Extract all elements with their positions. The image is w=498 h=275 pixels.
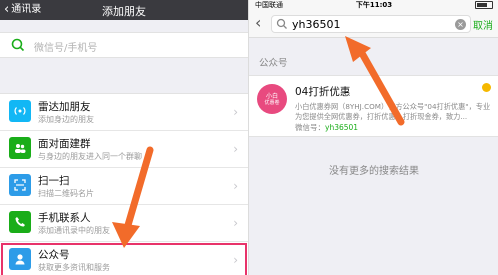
chevron-right-icon: › [233,253,238,267]
official-account-icon [9,248,31,270]
status-bar: 中国联通 下午11:03 [249,0,498,10]
clock: 下午11:03 [355,1,393,9]
search-results-screen: 中国联通 下午11:03 ‹ yh36501 × 取消 公众号 小白 优惠卷 0… [248,0,498,275]
search-field[interactable]: 微信号/手机号 [0,32,248,58]
add-friend-screen: ‹ 通讯录 添加朋友 微信号/手机号 雷达加朋友 添加身边的朋友 › 面对面建群… [0,0,248,275]
item-title: 公众号 [38,249,70,261]
search-icon [276,18,287,29]
scan-item[interactable]: 扫一扫 扫描二维码名片 › [0,168,248,205]
chevron-right-icon: › [233,105,238,119]
annotation-arrow-right [345,36,405,126]
item-subtitle: 获取更多资讯和服务 [38,263,110,272]
search-result-card[interactable]: 小白 优惠卷 04打折优惠 小白优惠券网（8YHJ.COM）官方公众号"04打折… [249,75,498,137]
account-description: 小白优惠券网（8YHJ.COM）官方公众号"04打折优惠"，专业为您提供全网优惠… [295,102,491,121]
add-options-list: 雷达加朋友 添加身边的朋友 › 面对面建群 与身边的朋友进入同一个群聊 › 扫一… [0,93,248,275]
back-icon[interactable]: ‹ [255,15,261,31]
logo-subtext: 优惠卷 [264,99,280,106]
nav-bar: ‹ 通讯录 添加朋友 [0,0,248,20]
search-placeholder: 微信号/手机号 [34,43,98,54]
radar-icon [9,100,31,122]
account-avatar: 小白 优惠卷 [257,84,287,114]
search-bar: ‹ yh36501 × 取消 [249,10,498,38]
item-subtitle: 扫描二维码名片 [38,189,94,198]
item-subtitle: 添加身边的朋友 [38,115,94,124]
chevron-right-icon: › [233,142,238,156]
item-subtitle: 添加通讯录中的朋友 [38,226,110,235]
page-title: 添加朋友 [102,5,146,18]
battery-icon [475,1,493,9]
item-subtitle: 与身边的朋友进入同一个群聊 [38,152,142,161]
radar-add-item[interactable]: 雷达加朋友 添加身边的朋友 › [0,94,248,131]
chevron-right-icon: › [233,216,238,230]
wechat-id-value: yh36501 [325,123,359,132]
logo-text: 小白 [265,92,278,100]
section-header: 公众号 [259,58,288,69]
no-more-results: 没有更多的搜索结果 [329,166,419,177]
official-account-item[interactable]: 公众号 获取更多资讯和服务 › [0,242,248,275]
cancel-button[interactable]: 取消 [473,17,493,32]
wechat-id-line: 微信号：yh36501 [295,122,358,133]
chevron-right-icon: › [233,179,238,193]
wechat-id-label: 微信号： [295,123,325,132]
account-name: 04打折优惠 [295,86,351,98]
item-title: 雷达加朋友 [38,101,91,113]
phone-icon [9,211,31,233]
verified-badge-icon [482,83,491,92]
scan-icon [9,174,31,196]
item-title: 手机联系人 [38,212,91,224]
phone-contacts-item[interactable]: 手机联系人 添加通讯录中的朋友 › [0,205,248,242]
item-title: 扫一扫 [38,175,70,187]
item-title: 面对面建群 [38,138,91,150]
search-icon [11,38,25,52]
face-to-face-group-item[interactable]: 面对面建群 与身边的朋友进入同一个群聊 › [0,131,248,168]
search-input[interactable]: yh36501 × [271,15,471,33]
group-icon [9,137,31,159]
clear-icon[interactable]: × [455,19,466,30]
search-query: yh36501 [292,18,341,31]
